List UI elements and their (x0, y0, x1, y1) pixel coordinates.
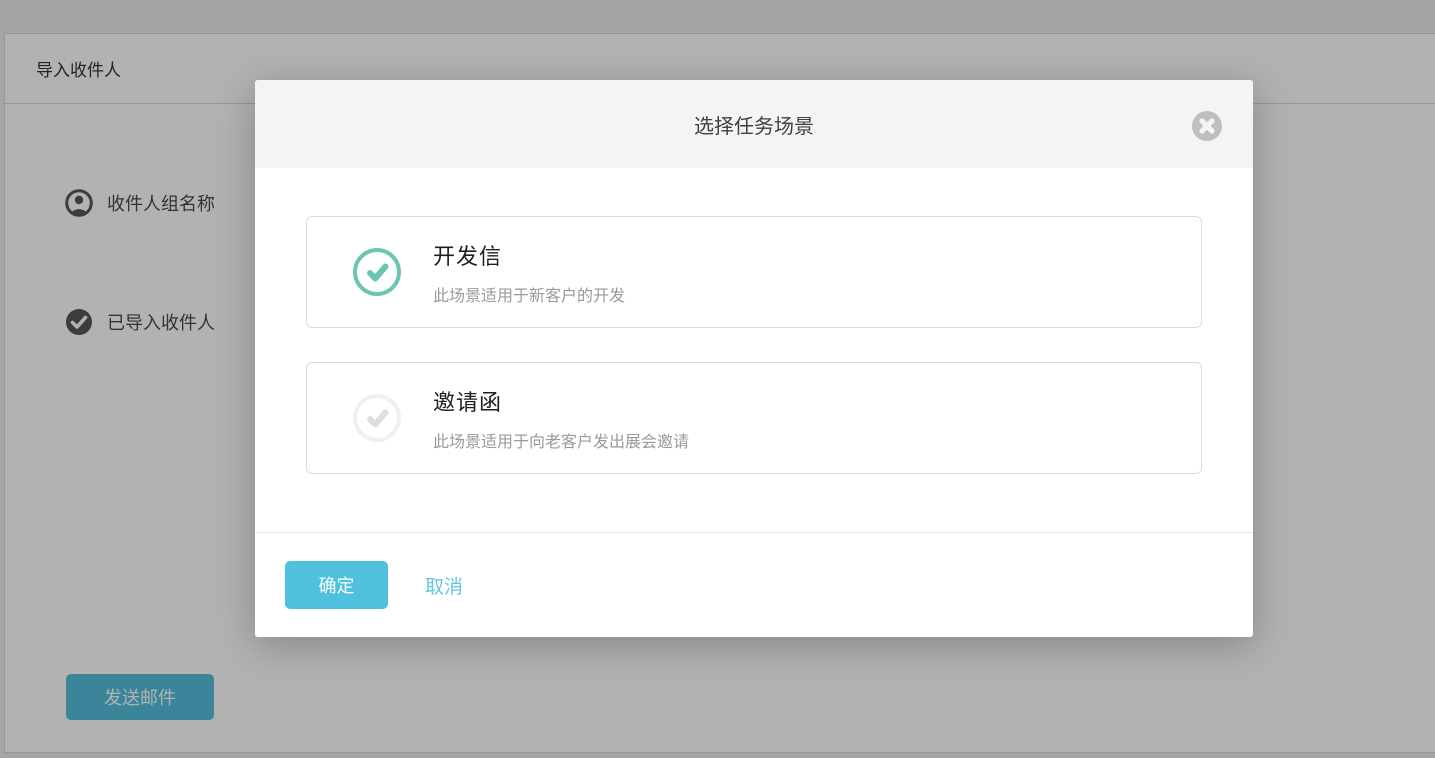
option-text: 开发信 此场景适用于新客户的开发 (433, 239, 625, 306)
selected-check-icon (353, 248, 401, 296)
option-description: 此场景适用于向老客户发出展会邀请 (433, 428, 689, 452)
option-title: 邀请函 (433, 385, 689, 417)
option-text: 邀请函 此场景适用于向老客户发出展会邀请 (433, 385, 689, 452)
confirm-button[interactable]: 确定 (285, 561, 388, 609)
option-card-invitation-letter[interactable]: 邀请函 此场景适用于向老客户发出展会邀请 (306, 362, 1202, 474)
unselected-check-icon (353, 394, 401, 442)
option-title: 开发信 (433, 239, 625, 271)
dialog-body: 开发信 此场景适用于新客户的开发 邀请函 此场景适用于向老客户发出展会邀请 (255, 168, 1253, 474)
option-card-development-letter[interactable]: 开发信 此场景适用于新客户的开发 (306, 216, 1202, 328)
dialog-header: 选择任务场景 (255, 80, 1253, 168)
page: 导入收件人 收件人组名称 已导入收件人 发送邮件 (0, 0, 1435, 758)
dialog-title: 选择任务场景 (694, 110, 814, 139)
option-description: 此场景适用于新客户的开发 (433, 282, 625, 306)
close-icon (1192, 129, 1222, 144)
cancel-link[interactable]: 取消 (425, 572, 463, 599)
close-button[interactable] (1192, 111, 1222, 141)
select-task-scenario-dialog: 选择任务场景 开发信 此场景适用于新客 (255, 80, 1253, 637)
dialog-footer: 确定 取消 (255, 532, 1253, 637)
